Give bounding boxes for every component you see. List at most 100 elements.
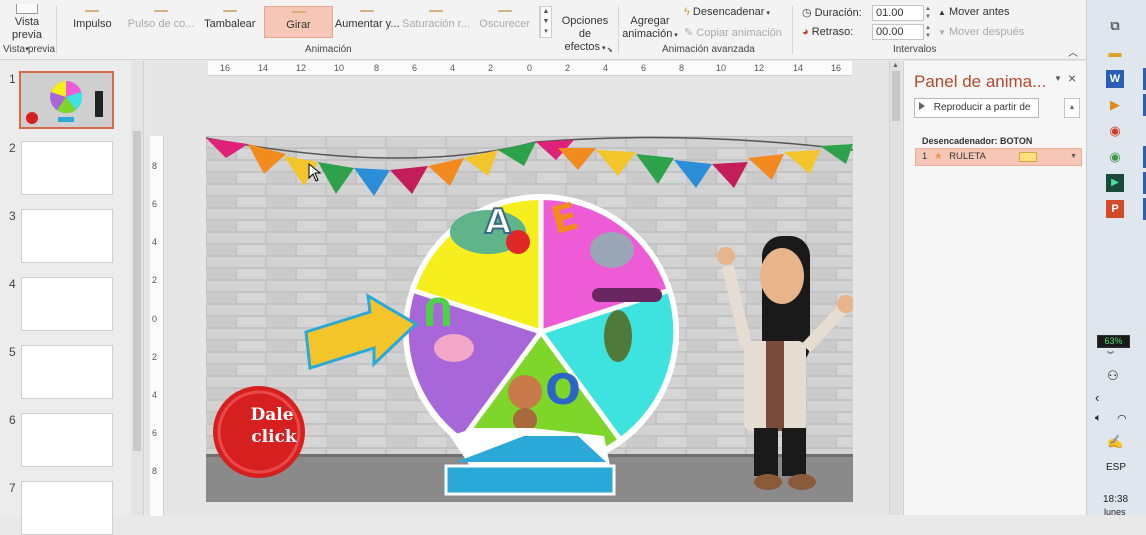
- video-player-icon[interactable]: ▶: [1106, 96, 1124, 114]
- canvas-scrollbar[interactable]: ▲: [889, 61, 902, 515]
- slide-thumbnail-6[interactable]: [21, 413, 113, 467]
- slide-thumbnail-4[interactable]: [21, 277, 113, 331]
- pen-icon[interactable]: ✍: [1107, 434, 1123, 450]
- button-text-line1: Dale: [250, 405, 293, 425]
- play-from-button[interactable]: Reproducir a partir de: [914, 98, 1039, 118]
- chrome-alt-icon[interactable]: ◉: [1106, 148, 1124, 166]
- item-number: 1: [922, 151, 928, 162]
- people-icon[interactable]: ⚇: [1107, 368, 1119, 384]
- powerpoint-icon[interactable]: P: [1106, 200, 1124, 218]
- star-icon: ★: [933, 151, 943, 162]
- slide-thumbnail-7[interactable]: [21, 481, 113, 535]
- vertical-ruler: 8 6 4 2 0 2 4 6 8: [150, 136, 164, 516]
- ruler-tick: 0: [527, 63, 533, 73]
- brush-icon: ✎: [684, 27, 694, 39]
- move-earlier-button[interactable]: ▲ Mover antes: [938, 6, 1010, 18]
- language-indicator[interactable]: ESP: [1106, 462, 1126, 473]
- arrow-down-icon: ▼: [938, 28, 946, 37]
- copy-animation-button[interactable]: ✎ Copiar animación: [684, 26, 782, 39]
- ruler-tick: 8: [152, 161, 158, 171]
- scrollbar-thumb[interactable]: [892, 71, 900, 121]
- effect-tambalear[interactable]: Tambalear: [195, 6, 264, 38]
- trigger-button[interactable]: ϟ Desencadenar ▾: [684, 6, 770, 18]
- slide-thumbnail-3[interactable]: [21, 209, 113, 263]
- gallery-scroll[interactable]: ▲ ▼ ▾: [540, 6, 552, 38]
- chevron-down-icon: ▾: [600, 45, 606, 52]
- scrollbar-thumb[interactable]: [133, 131, 141, 451]
- slide-number: 2: [9, 141, 16, 155]
- lightning-icon: ϟ: [684, 6, 690, 18]
- delay-label: ◕ Retraso:: [802, 26, 854, 38]
- horse-sticker: [434, 334, 474, 362]
- divider: [792, 6, 793, 54]
- group-label-advanced: Animación avanzada: [662, 44, 755, 55]
- bear-sticker: [508, 375, 542, 409]
- effect-oscurecer[interactable]: Oscurecer: [470, 6, 539, 38]
- effect-pulso[interactable]: Pulso de co...: [127, 6, 196, 38]
- add-animation-button[interactable]: Agregar animación ▾: [622, 15, 678, 42]
- effect-star-icon: [85, 10, 100, 12]
- ruler-tick: 6: [152, 428, 158, 438]
- iguana-sticker: [604, 310, 632, 362]
- effects-gallery: Impulso Pulso de co... Tambalear Girar A…: [58, 6, 540, 38]
- chevron-left-icon[interactable]: ‹: [1095, 390, 1099, 405]
- ruler-tick: 6: [412, 63, 418, 73]
- slide-thumbnail-5[interactable]: [21, 345, 113, 399]
- effect-star-icon: [222, 10, 237, 12]
- clock-time[interactable]: 18:38: [1103, 494, 1128, 505]
- battery-indicator[interactable]: 63%: [1097, 335, 1130, 348]
- ruler-tick: 6: [641, 63, 647, 73]
- ruler-tick: 16: [831, 63, 842, 73]
- collapse-ribbon-icon[interactable]: ︿: [1068, 44, 1078, 59]
- task-view-icon[interactable]: ⧉: [1106, 17, 1124, 35]
- effect-impulso[interactable]: Impulso: [58, 6, 127, 38]
- ruler-tick: 8: [152, 466, 158, 476]
- word-icon[interactable]: W: [1106, 70, 1124, 88]
- thumbnails-scrollbar[interactable]: [131, 61, 143, 515]
- ruler-tick: 12: [754, 63, 765, 73]
- wifi-icon[interactable]: ◠: [1117, 412, 1127, 425]
- ruler-tick: 2: [565, 63, 571, 73]
- delay-input[interactable]: 00.00 ▲ ▼: [872, 24, 931, 40]
- dialog-launcher-icon[interactable]: ⬊: [607, 46, 613, 54]
- ruler-tick: 10: [716, 63, 727, 73]
- slide-canvas[interactable]: A E U O Dale click: [206, 136, 853, 502]
- move-up-icon[interactable]: ▲: [1064, 98, 1080, 118]
- spinner-arrows-icon[interactable]: ▲ ▼: [925, 5, 935, 21]
- animation-list-item[interactable]: 1 ★ RULETA ▼: [915, 148, 1082, 166]
- slide-thumbnail-2[interactable]: [21, 141, 113, 195]
- ruler-tick: 4: [152, 237, 158, 247]
- ruler-tick: 16: [220, 63, 231, 73]
- duration-label: ◷ Duración:: [802, 7, 862, 19]
- move-later-button[interactable]: ▼ Mover después: [938, 26, 1024, 38]
- slide-number: 7: [9, 481, 16, 495]
- effect-girar[interactable]: Girar: [264, 6, 333, 38]
- pane-options-icon[interactable]: ▼: [1054, 74, 1062, 83]
- effect-saturacion[interactable]: Saturación r...: [402, 6, 471, 38]
- ruler-tick: 4: [152, 390, 158, 400]
- divider: [618, 6, 619, 54]
- effect-star-icon: [154, 10, 169, 12]
- effect-aumentar[interactable]: Aumentar y...: [333, 6, 402, 38]
- file-explorer-icon[interactable]: ▬: [1106, 44, 1124, 62]
- chevron-down-icon[interactable]: ▼: [1070, 149, 1077, 165]
- delay-icon: ◕: [802, 26, 809, 38]
- slide-number: 1: [9, 72, 16, 86]
- wheel-stand: [444, 428, 616, 496]
- spinner-arrows-icon[interactable]: ▲ ▼: [925, 24, 935, 40]
- scroll-up-icon[interactable]: ▲: [892, 62, 899, 69]
- ruler-tick: 4: [603, 63, 609, 73]
- bar-sticker: [592, 288, 662, 302]
- slide-thumbnail-1[interactable]: [19, 71, 114, 129]
- ruler-tick: 10: [334, 63, 345, 73]
- duration-input[interactable]: 01.00 ▲ ▼: [872, 5, 931, 21]
- slide-number: 6: [9, 413, 16, 427]
- chrome-icon[interactable]: ◉: [1106, 122, 1124, 140]
- media-icon[interactable]: ▶: [1106, 174, 1124, 192]
- volume-icon[interactable]: 🔈︎: [1095, 412, 1102, 425]
- wheel-letter-u: U: [423, 289, 454, 333]
- close-icon[interactable]: ×: [1068, 70, 1076, 86]
- preview-icon: [16, 4, 38, 14]
- effect-star-icon: [428, 10, 443, 12]
- effect-options-button[interactable]: Opciones de efectos ▾: [556, 15, 614, 55]
